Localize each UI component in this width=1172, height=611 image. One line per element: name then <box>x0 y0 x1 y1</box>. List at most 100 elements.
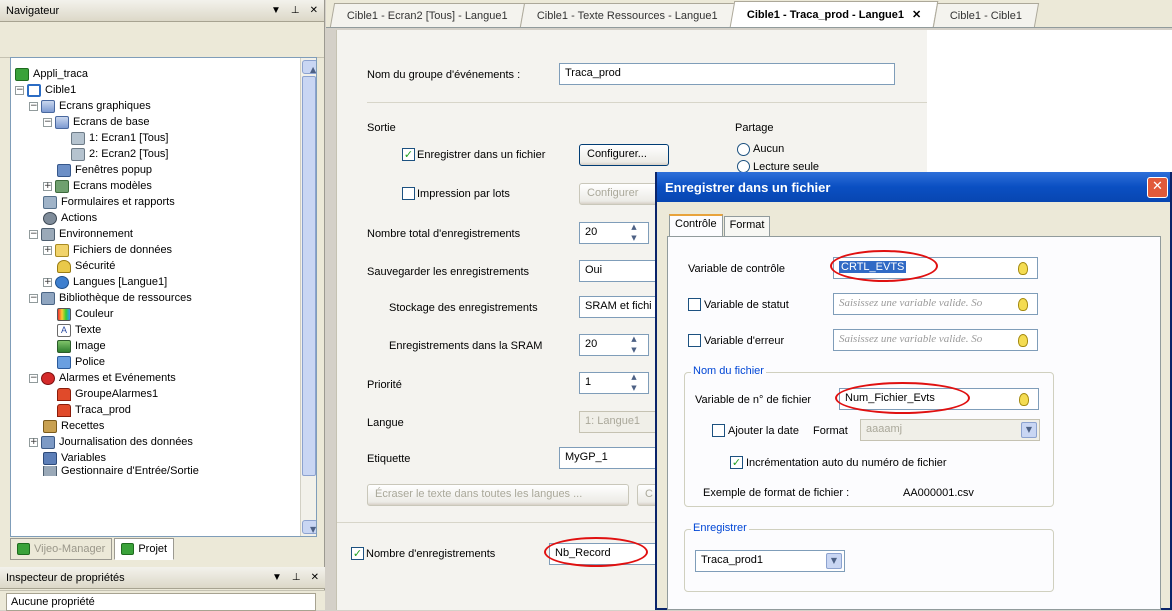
tab-texte-ressources[interactable]: Cible1 - Texte Ressources - Langue1 <box>519 3 735 27</box>
tab-format[interactable]: Format <box>723 216 771 236</box>
expand-icon[interactable]: + <box>43 245 52 255</box>
collapse-icon[interactable]: − <box>29 373 38 383</box>
close-icon[interactable]: ✕ <box>310 5 318 16</box>
record-count-checkbox[interactable]: ✓ <box>351 547 364 560</box>
scroll-up-icon[interactable]: ▲ <box>302 60 316 74</box>
error-var-checkbox[interactable] <box>688 334 701 347</box>
tree-item-security[interactable]: Sécurité <box>57 258 115 274</box>
lightbulb-icon[interactable] <box>1018 262 1028 275</box>
auto-increment-checkbox[interactable]: ✓ <box>730 456 743 469</box>
tree-item-alarm-group[interactable]: GroupeAlarmes1 <box>57 386 158 402</box>
tree-item-io-manager[interactable]: Gestionnaire d'Entrée/Sortie <box>43 466 199 476</box>
spinner-icon[interactable]: ▲ ▼ <box>627 223 641 243</box>
tree-item-base-screens[interactable]: − Ecrans de base <box>43 114 149 130</box>
backup-select[interactable]: Oui <box>579 260 659 282</box>
configure-batch-button[interactable]: Configurer <box>579 183 659 205</box>
save-to-file-dialog: Enregistrer dans un fichier ✕ Contrôle F… <box>655 172 1172 610</box>
tree-item-traca-prod[interactable]: Traca_prod <box>57 402 131 418</box>
collapse-icon[interactable]: − <box>43 117 52 127</box>
tab-traca-prod[interactable]: Cible1 - Traca_prod - Langue1 ✕ <box>729 1 939 27</box>
close-icon[interactable]: ✕ <box>311 572 319 583</box>
text-icon: A <box>57 323 71 337</box>
project-tree[interactable]: Appli_traca − Cible1 − Ecrans graphiques −… <box>10 57 317 537</box>
tree-item-font[interactable]: Police <box>57 354 105 370</box>
lightbulb-icon[interactable] <box>1018 298 1028 311</box>
error-var-input[interactable]: Saisissez une variable valide. So <box>833 329 1038 351</box>
storage-select[interactable]: SRAM et fichi <box>579 296 659 318</box>
navigator-toolbar <box>0 22 324 58</box>
collapse-icon[interactable]: − <box>29 101 38 111</box>
tab-controle[interactable]: Contrôle <box>669 214 723 236</box>
tree-item-image[interactable]: Image <box>57 338 106 354</box>
priority-label: Priorité <box>367 379 402 391</box>
tree-item-variables[interactable]: Variables <box>43 450 106 466</box>
status-var-checkbox[interactable] <box>688 298 701 311</box>
tree-item-recipes[interactable]: Recettes <box>43 418 104 434</box>
expand-icon[interactable]: + <box>29 437 38 447</box>
replace-text-button[interactable]: Écraser le texte dans toutes les langues… <box>367 484 629 506</box>
tree-item-app[interactable]: Appli_traca <box>15 66 88 82</box>
tree-item-data-files[interactable]: + Fichiers de données <box>43 242 172 258</box>
pin-icon[interactable]: ⊥ <box>292 572 301 583</box>
filename-group: Nom du fichier Variable de n° de fichier… <box>684 365 1054 507</box>
variables-icon <box>43 451 57 465</box>
lightbulb-icon[interactable] <box>1018 334 1028 347</box>
tab-project[interactable]: Projet <box>114 538 175 560</box>
batch-print-checkbox[interactable] <box>402 187 415 200</box>
tree-item-alarms-events[interactable]: − Alarmes et Evénements <box>29 370 176 386</box>
close-tab-icon[interactable]: ✕ <box>912 9 921 21</box>
save-target-select[interactable]: Traca_prod1 ▼ <box>695 550 845 572</box>
lightbulb-icon[interactable] <box>1019 393 1029 406</box>
target-icon <box>27 83 41 97</box>
tree-scrollbar[interactable]: ▲ ▼ <box>300 58 316 536</box>
scrollbar-thumb[interactable] <box>302 76 316 476</box>
dropdown-icon[interactable]: ▼ <box>271 5 281 16</box>
tree-item-forms-reports[interactable]: Formulaires et rapports <box>43 194 175 210</box>
tree-item-template-screens[interactable]: + Ecrans modèles <box>43 178 152 194</box>
collapse-icon[interactable]: − <box>15 85 24 95</box>
dropdown-icon[interactable]: ▼ <box>272 572 282 583</box>
group-name-input[interactable]: Traca_prod <box>559 63 895 85</box>
tree-item-popups[interactable]: Fenêtres popup <box>57 162 152 178</box>
save-file-checkbox[interactable]: ✓ <box>402 148 415 161</box>
tree-item-environment[interactable]: − Environnement <box>29 226 133 242</box>
tab-vijeo-manager[interactable]: Vijeo-Manager <box>10 538 113 560</box>
vijeo-icon <box>17 543 30 555</box>
add-date-checkbox[interactable] <box>712 424 725 437</box>
collapse-icon[interactable]: − <box>29 229 38 239</box>
group-name-label: Nom du groupe d'événements : <box>367 69 521 81</box>
tab-ecran2[interactable]: Cible1 - Ecran2 [Tous] - Langue1 <box>329 3 525 27</box>
popup-icon <box>57 163 71 177</box>
status-var-input[interactable]: Saisissez une variable valide. So <box>833 293 1038 315</box>
tree-item-color[interactable]: Couleur <box>57 306 114 322</box>
highlight-ellipse <box>830 250 938 282</box>
pin-icon[interactable]: ⊥ <box>291 5 300 16</box>
chevron-down-icon[interactable]: ▼ <box>1021 422 1037 438</box>
expand-icon[interactable]: + <box>43 277 52 287</box>
configure-button[interactable]: Configurer... <box>579 144 669 166</box>
auto-increment-label: Incrémentation auto du numéro de fichier <box>746 457 947 469</box>
dialog-title-bar[interactable]: Enregistrer dans un fichier ✕ <box>657 172 1170 202</box>
partage-aucun-radio[interactable] <box>737 143 750 156</box>
tree-item-data-logging[interactable]: + Journalisation des données <box>29 434 193 450</box>
chevron-down-icon[interactable]: ▼ <box>826 553 842 569</box>
tag-input[interactable]: MyGP_1 <box>559 447 659 469</box>
tab-cible1[interactable]: Cible1 - Cible1 <box>932 3 1040 27</box>
spinner-icon[interactable]: ▲ ▼ <box>627 335 641 355</box>
tree-item-text[interactable]: A Texte <box>57 322 101 338</box>
collapse-icon[interactable]: − <box>29 293 38 303</box>
tree-item-target[interactable]: − Cible1 <box>15 82 76 98</box>
language-select[interactable]: 1: Langue1 <box>579 411 659 433</box>
tree-item-graphic-screens[interactable]: − Ecrans graphiques <box>29 98 151 114</box>
scroll-down-icon[interactable]: ▼ <box>302 520 316 534</box>
tree-item-resource-library[interactable]: − Bibliothèque de ressources <box>29 290 192 306</box>
date-format-select[interactable]: aaaamj ▼ <box>860 419 1040 441</box>
tree-item-screen-2[interactable]: 2: Ecran2 [Tous] <box>71 146 169 162</box>
close-icon[interactable]: ✕ <box>1147 177 1168 198</box>
expand-icon[interactable]: + <box>43 181 52 191</box>
tree-item-languages[interactable]: + Langues [Langue1] <box>43 274 167 290</box>
tree-item-screen-1[interactable]: 1: Ecran1 [Tous] <box>71 130 169 146</box>
dialog-control-page: Variable de contrôle CRTL_EVTS Variable … <box>667 236 1161 610</box>
spinner-icon[interactable]: ▲ ▼ <box>627 373 641 393</box>
tree-item-actions[interactable]: Actions <box>43 210 97 226</box>
